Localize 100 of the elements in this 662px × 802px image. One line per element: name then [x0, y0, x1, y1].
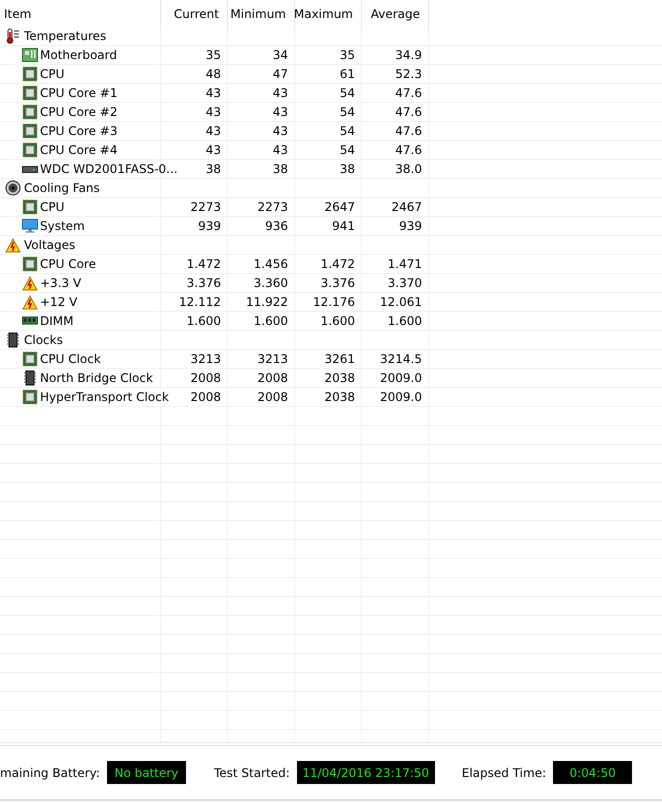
sensor-name[interactable]: WDC WD2001FASS-0...: [40, 162, 178, 176]
sensor-name[interactable]: CPU: [40, 200, 64, 214]
sensor-name[interactable]: +12 V: [40, 295, 78, 309]
table-cell: 38: [340, 162, 355, 176]
sensor-name[interactable]: HyperTransport Clock: [40, 390, 169, 404]
table-cell: 1.600: [254, 314, 288, 328]
sensor-name[interactable]: CPU Core #2: [40, 105, 118, 119]
monitor-icon: [22, 218, 38, 234]
table-cell: 3.370: [388, 276, 422, 290]
table-cell: 3213: [257, 352, 288, 366]
sensor-name[interactable]: +3.3 V: [40, 276, 82, 290]
sensor-name[interactable]: CPU Core #3: [40, 124, 118, 138]
table-cell: 1.456: [254, 257, 288, 271]
table-cell: 1.471: [388, 257, 422, 271]
status-value: 11/04/2016 23:17:50: [296, 761, 435, 784]
table-cell: 2009.0: [380, 371, 422, 385]
cpu-icon: [22, 199, 38, 215]
cpu-icon: [22, 256, 38, 272]
table-cell: 939: [399, 219, 422, 233]
thermometer-icon: [6, 28, 20, 44]
table-cell: 1.472: [186, 257, 221, 271]
table-cell: 2647: [324, 200, 355, 214]
cpu-icon: [22, 104, 38, 120]
cpu-icon: [22, 66, 38, 82]
table-cell: 43: [206, 143, 221, 157]
table-cell: 941: [332, 219, 355, 233]
sensor-name[interactable]: CPU Core: [40, 257, 96, 271]
sensor-name[interactable]: North Bridge Clock: [40, 371, 153, 385]
column-header[interactable]: Minimum: [228, 0, 295, 27]
column-header[interactable]: Average: [362, 0, 429, 27]
table-cell: 47: [272, 67, 288, 81]
table-cell: 1.600: [186, 314, 221, 328]
table-cell: 35: [340, 48, 355, 62]
warning-icon: [22, 276, 38, 290]
table-cell: 43: [272, 143, 288, 157]
table-cell: 2008: [190, 390, 221, 404]
sensor-name[interactable]: CPU Core #1: [40, 86, 118, 100]
table-cell: 38: [272, 162, 288, 176]
table-cell: 2008: [190, 371, 221, 385]
table-cell: 3261: [324, 352, 355, 366]
table-cell: 12.176: [313, 295, 355, 309]
table-cell: 1.600: [388, 314, 422, 328]
table-cell: 2009.0: [380, 390, 422, 404]
table-cell: 38: [206, 162, 221, 176]
sensor-name[interactable]: CPU Core #4: [40, 143, 118, 157]
sensor-name[interactable]: Motherboard: [40, 48, 117, 62]
group-label[interactable]: Cooling Fans: [24, 181, 100, 195]
warning-icon: [5, 238, 21, 252]
status-label: Elapsed Time:: [462, 766, 546, 780]
motherboard-icon: [22, 48, 38, 62]
table-cell: 47.6: [395, 105, 422, 119]
hard-drive-icon: [22, 165, 38, 173]
table-cell: 34.9: [395, 48, 422, 62]
group-label[interactable]: Clocks: [24, 333, 63, 347]
memory-module-icon: [22, 316, 38, 326]
table-cell: 52.3: [395, 67, 422, 81]
fan-icon: [5, 180, 21, 196]
cpu-icon: [22, 85, 38, 101]
table-cell: 43: [206, 105, 221, 119]
cpu-icon: [22, 389, 38, 405]
table-cell: 11.922: [246, 295, 288, 309]
table-cell: 3.360: [254, 276, 288, 290]
table-cell: 47.6: [395, 86, 422, 100]
table-cell: 43: [272, 105, 288, 119]
group-label[interactable]: Voltages: [24, 238, 76, 252]
table-cell: 61: [340, 67, 355, 81]
table-cell: 12.112: [179, 295, 221, 309]
column-header[interactable]: Maximum: [295, 0, 362, 27]
table-cell: 43: [272, 124, 288, 138]
table-cell: 1.472: [320, 257, 355, 271]
sensor-name[interactable]: CPU: [40, 67, 64, 81]
table-cell: 2008: [257, 371, 288, 385]
table-cell: 936: [265, 219, 288, 233]
chip-icon: [23, 370, 37, 386]
table-cell: 3.376: [186, 276, 221, 290]
table-cell: 43: [272, 86, 288, 100]
table-cell: 38.0: [395, 162, 422, 176]
status-value: 0:04:50: [553, 761, 632, 784]
chip-icon: [6, 332, 20, 348]
sensor-name[interactable]: System: [40, 219, 85, 233]
sensor-name[interactable]: DIMM: [40, 314, 74, 328]
group-label[interactable]: Temperatures: [24, 29, 106, 43]
warning-icon: [22, 294, 38, 310]
table-cell: 47.6: [395, 124, 422, 138]
table-cell: 939: [198, 219, 221, 233]
column-header[interactable]: Current: [161, 0, 228, 27]
table-cell: 54: [340, 105, 355, 119]
table-cell: 2273: [190, 200, 221, 214]
cpu-icon: [22, 123, 38, 139]
table-cell: 2008: [257, 390, 288, 404]
table-cell: 47.6: [395, 143, 422, 157]
table-cell: 48: [206, 67, 221, 81]
sensor-name[interactable]: CPU Clock: [40, 352, 101, 366]
table-cell: 43: [206, 124, 221, 138]
table-cell: 3.376: [320, 276, 355, 290]
table-cell: 54: [340, 124, 355, 138]
column-header[interactable]: Item: [0, 0, 161, 27]
table-cell: 2038: [324, 390, 355, 404]
cpu-icon: [22, 142, 38, 158]
table-cell: 2038: [324, 371, 355, 385]
